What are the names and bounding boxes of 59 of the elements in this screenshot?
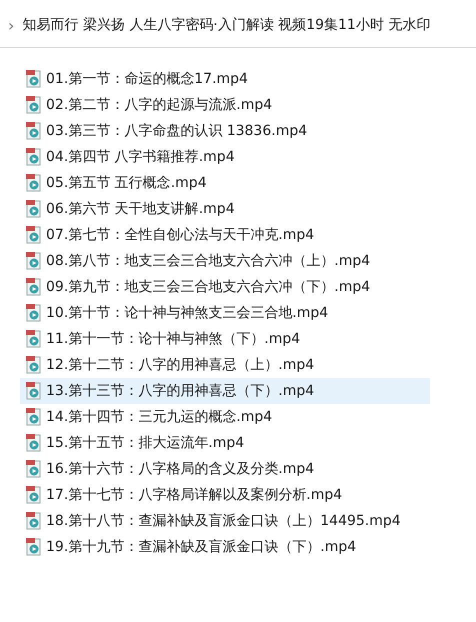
file-row[interactable]: 03.第三节：八字命盘的认识 13836.mp4: [20, 118, 430, 144]
file-row[interactable]: 04.第四节 八字书籍推荐.mp4: [20, 144, 430, 170]
video-file-icon: [26, 304, 42, 322]
file-name: 18.第十八节：查漏补缺及盲派金口诀（上）14495.mp4: [46, 512, 401, 530]
file-row[interactable]: 12.第十二节：八字的用神喜忌（上）.mp4: [20, 352, 430, 378]
file-row[interactable]: 08.第八节：地支三会三合地支六合六冲（上）.mp4: [20, 248, 430, 274]
file-row[interactable]: 19.第十九节：查漏补缺及盲派金口诀（下）.mp4: [20, 534, 430, 560]
file-name: 02.第二节：八字的起源与流派.mp4: [46, 96, 272, 114]
video-file-icon: [26, 226, 42, 244]
video-file-icon: [26, 512, 42, 530]
file-name: 05.第五节 五行概念.mp4: [46, 174, 207, 192]
file-name: 09.第九节：地支三会三合地支六合六冲（下）.mp4: [46, 278, 370, 296]
video-file-icon: [26, 486, 42, 504]
file-row[interactable]: 05.第五节 五行概念.mp4: [20, 170, 430, 196]
video-file-icon: [26, 148, 42, 166]
file-row[interactable]: 16.第十六节：八字格局的含义及分类.mp4: [20, 456, 430, 482]
file-name: 15.第十五节：排大运流年.mp4: [46, 434, 244, 452]
file-name: 17.第十七节：八字格局详解以及案例分析.mp4: [46, 486, 342, 504]
video-file-icon: [26, 200, 42, 218]
video-file-icon: [26, 382, 42, 400]
file-name: 07.第七节：全性自创心法与天干冲克.mp4: [46, 226, 314, 244]
file-name: 08.第八节：地支三会三合地支六合六冲（上）.mp4: [46, 252, 370, 270]
file-name: 10.第十节：论十神与神煞支三会三合地.mp4: [46, 304, 328, 322]
file-row[interactable]: 10.第十节：论十神与神煞支三会三合地.mp4: [20, 300, 430, 326]
file-row[interactable]: 11.第十一节：论十神与神煞（下）.mp4: [20, 326, 430, 352]
file-name: 04.第四节 八字书籍推荐.mp4: [46, 148, 235, 166]
video-file-icon: [26, 252, 42, 270]
file-row[interactable]: 09.第九节：地支三会三合地支六合六冲（下）.mp4: [20, 274, 430, 300]
breadcrumb-separator[interactable]: ›: [8, 14, 14, 38]
video-file-icon: [26, 122, 42, 140]
file-name: 01.第一节：命运的概念17.mp4: [46, 70, 248, 88]
video-file-icon: [26, 96, 42, 114]
file-name: 12.第十二节：八字的用神喜忌（上）.mp4: [46, 356, 314, 374]
breadcrumb-path[interactable]: 知易而行 梁兴扬 人生八字密码·入门解读 视频19集11小时 无水印: [22, 15, 430, 36]
video-file-icon: [26, 538, 42, 556]
video-file-icon: [26, 278, 42, 296]
file-row[interactable]: 18.第十八节：查漏补缺及盲派金口诀（上）14495.mp4: [20, 508, 430, 534]
file-name: 11.第十一节：论十神与神煞（下）.mp4: [46, 330, 300, 348]
video-file-icon: [26, 434, 42, 452]
file-row[interactable]: 15.第十五节：排大运流年.mp4: [20, 430, 430, 456]
file-row[interactable]: 14.第十四节：三元九运的概念.mp4: [20, 404, 430, 430]
video-file-icon: [26, 408, 42, 426]
file-name: 19.第十九节：查漏补缺及盲派金口诀（下）.mp4: [46, 538, 356, 556]
file-row[interactable]: 01.第一节：命运的概念17.mp4: [20, 66, 430, 92]
file-row[interactable]: 06.第六节 天干地支讲解.mp4: [20, 196, 430, 222]
video-file-icon: [26, 70, 42, 88]
file-name: 13.第十三节：八字的用神喜忌（下）.mp4: [46, 382, 314, 400]
file-name: 16.第十六节：八字格局的含义及分类.mp4: [46, 460, 314, 478]
file-row[interactable]: 02.第二节：八字的起源与流派.mp4: [20, 92, 430, 118]
file-row[interactable]: 17.第十七节：八字格局详解以及案例分析.mp4: [20, 482, 430, 508]
video-file-icon: [26, 460, 42, 478]
file-name: 14.第十四节：三元九运的概念.mp4: [46, 408, 272, 426]
file-row[interactable]: 07.第七节：全性自创心法与天干冲克.mp4: [20, 222, 430, 248]
file-name: 03.第三节：八字命盘的认识 13836.mp4: [46, 122, 308, 140]
file-row[interactable]: 13.第十三节：八字的用神喜忌（下）.mp4: [20, 378, 430, 404]
video-file-icon: [26, 174, 42, 192]
video-file-icon: [26, 330, 42, 348]
video-file-icon: [26, 356, 42, 374]
file-name: 06.第六节 天干地支讲解.mp4: [46, 200, 235, 218]
